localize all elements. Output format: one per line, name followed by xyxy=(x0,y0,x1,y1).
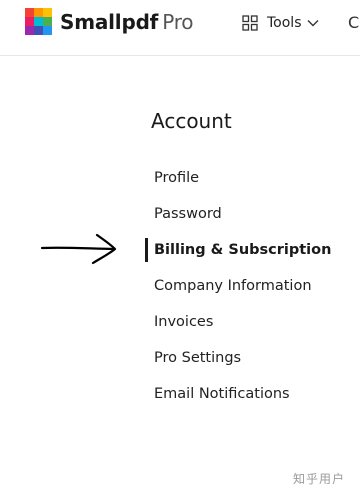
logo-tile xyxy=(43,8,52,17)
nav-item-email-notifications[interactable]: Email Notifications xyxy=(145,382,331,418)
logo-tile xyxy=(25,17,34,26)
truncated-menu-item[interactable]: C xyxy=(348,12,359,34)
tools-menu-button[interactable]: Tools xyxy=(242,12,319,34)
account-heading: Account xyxy=(151,109,232,133)
nav-item-profile[interactable]: Profile xyxy=(145,166,331,202)
grid-icon xyxy=(242,15,258,31)
smallpdf-logo-icon[interactable] xyxy=(25,8,52,35)
logo-tile xyxy=(34,8,43,17)
logo-tile xyxy=(25,8,34,17)
brand-name: Smallpdf xyxy=(60,10,159,34)
nav-item-invoices[interactable]: Invoices xyxy=(145,310,331,346)
brand-tier: Pro xyxy=(162,10,194,34)
watermark-text: 知乎用户 xyxy=(293,472,346,486)
account-nav: Profile Password Billing & Subscription … xyxy=(145,166,331,418)
logo-tile xyxy=(34,26,43,35)
logo-tile xyxy=(25,26,34,35)
tools-label: Tools xyxy=(267,15,302,31)
nav-item-pro-settings[interactable]: Pro Settings xyxy=(145,346,331,382)
nav-item-password[interactable]: Password xyxy=(145,202,331,238)
nav-item-billing-subscription[interactable]: Billing & Subscription xyxy=(145,238,331,274)
hand-drawn-arrow-icon xyxy=(40,233,117,265)
brand-title[interactable]: Smallpdf Pro xyxy=(60,9,194,35)
logo-tile xyxy=(34,17,43,26)
chevron-down-icon xyxy=(307,20,318,27)
logo-tile xyxy=(43,17,52,26)
logo-tile xyxy=(43,26,52,35)
top-header: Smallpdf Pro Tools C xyxy=(0,0,360,56)
nav-item-company-information[interactable]: Company Information xyxy=(145,274,331,310)
